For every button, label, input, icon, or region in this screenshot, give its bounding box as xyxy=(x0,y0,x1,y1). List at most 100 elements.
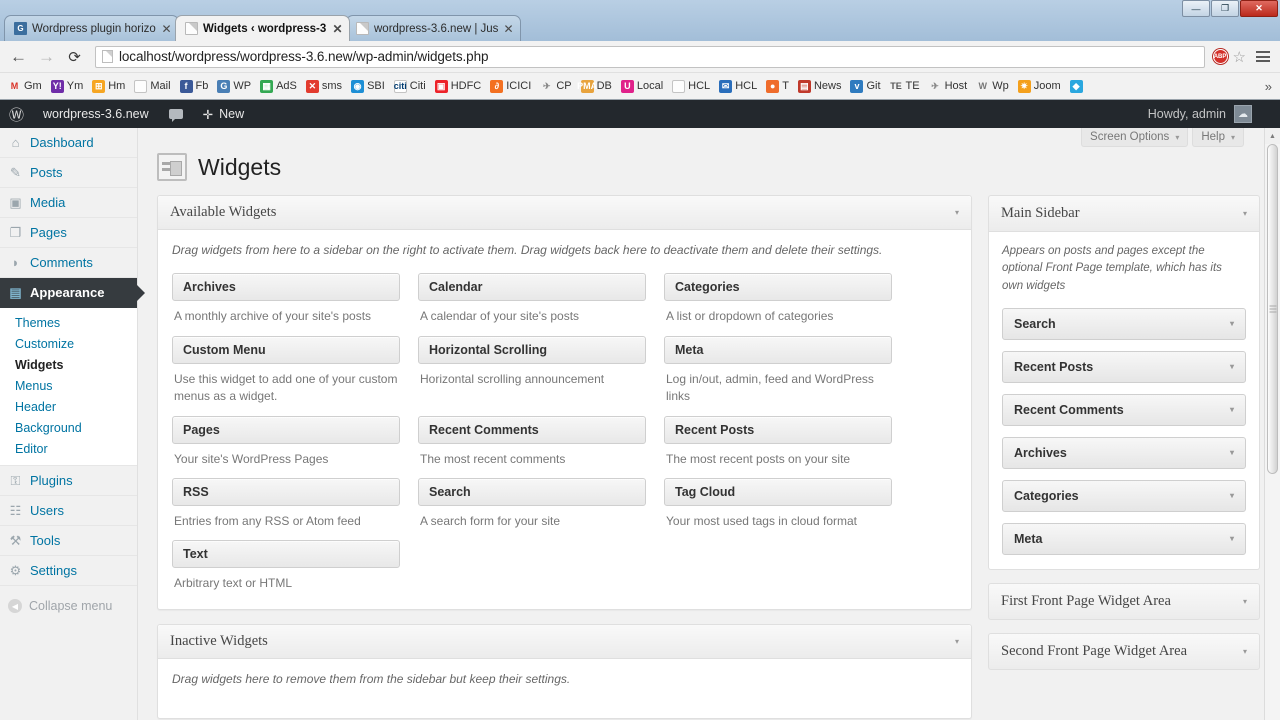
available-widgets-header[interactable]: Available Widgets ▾ xyxy=(158,196,971,230)
browser-tab-active[interactable]: Widgets ‹ wordpress-3.6.n ✕ xyxy=(175,15,350,41)
sidebar-item-dashboard[interactable]: ⌂ Dashboard xyxy=(0,128,137,158)
chrome-menu-icon[interactable] xyxy=(1254,48,1272,65)
submenu-item-editor[interactable]: Editor xyxy=(0,438,137,459)
widget-name[interactable]: Horizontal Scrolling xyxy=(418,335,646,364)
assigned-widget[interactable]: Meta ▾ xyxy=(1002,522,1246,555)
bookmark-item[interactable]: PMA DB xyxy=(577,78,616,95)
bookmark-item[interactable]: ✉ HCL xyxy=(715,78,761,95)
available-widget-card[interactable]: Recent Comments The most recent comments xyxy=(418,415,646,468)
collapse-menu-button[interactable]: ◀ Collapse menu xyxy=(0,590,137,622)
screen-options-tab[interactable]: Screen Options ▾ xyxy=(1081,128,1189,147)
widget-name[interactable]: Calendar xyxy=(418,273,646,302)
sidebar-item-settings[interactable]: ⚙ Settings xyxy=(0,556,137,586)
bookmark-item[interactable]: ✈ CP xyxy=(536,78,575,95)
reload-button[interactable]: ⟳ xyxy=(62,44,87,69)
bookmark-star-icon[interactable]: ☆ xyxy=(1233,48,1246,66)
sidebar-item-users[interactable]: ☷ Users xyxy=(0,496,137,526)
submenu-item-themes[interactable]: Themes xyxy=(0,312,137,333)
available-widget-card[interactable]: Horizontal Scrolling Horizontal scrolling… xyxy=(418,335,646,406)
sidebar-area-header[interactable]: First Front Page Widget Area ▾ xyxy=(988,582,1260,620)
available-widget-card[interactable]: Meta Log in/out, admin, feed and WordPres… xyxy=(664,335,892,406)
available-widget-card[interactable]: Custom Menu Use this widget to add one of… xyxy=(172,335,400,406)
widget-expand-icon[interactable]: ▾ xyxy=(1230,405,1234,414)
widget-name[interactable]: Custom Menu xyxy=(172,335,400,364)
sidebar-item-tools[interactable]: ⚒ Tools xyxy=(0,526,137,556)
sidebar-item-pages[interactable]: ❐ Pages xyxy=(0,218,137,248)
scrollbar-thumb[interactable] xyxy=(1267,144,1278,474)
bookmark-item[interactable]: HCL xyxy=(668,78,714,95)
sidebar-item-plugins[interactable]: ⚿ Plugins xyxy=(0,466,137,496)
assigned-widget[interactable]: Recent Posts ▾ xyxy=(1002,350,1246,383)
bookmark-item[interactable]: TE TE xyxy=(886,78,924,95)
address-bar[interactable]: localhost/wordpress/wordpress-3.6.new/wp… xyxy=(95,45,1205,68)
sidebar-area-header[interactable]: Main Sidebar ▾ xyxy=(988,195,1260,232)
widget-name[interactable]: Archives xyxy=(172,273,400,302)
available-widget-card[interactable]: RSS Entries from any RSS or Atom feed xyxy=(172,477,400,530)
sidebar-item-comments[interactable]: ◗ Comments xyxy=(0,248,137,278)
back-button[interactable]: ← xyxy=(6,44,31,69)
available-widget-card[interactable]: Text Arbitrary text or HTML xyxy=(172,540,400,592)
bookmark-item[interactable]: ✕ sms xyxy=(302,78,346,95)
available-widget-card[interactable]: Archives A monthly archive of your site's… xyxy=(172,273,400,325)
sidebar-area-header[interactable]: Second Front Page Widget Area ▾ xyxy=(988,632,1260,670)
submenu-item-customize[interactable]: Customize xyxy=(0,333,137,354)
bookmark-item[interactable]: Y! Ym xyxy=(47,78,88,95)
bookmark-item[interactable]: U Local xyxy=(617,78,667,95)
bookmark-item[interactable]: citi Citi xyxy=(390,78,430,95)
help-tab[interactable]: Help ▾ xyxy=(1192,128,1244,147)
panel-toggle-icon[interactable]: ▾ xyxy=(955,208,959,217)
panel-toggle-icon[interactable]: ▾ xyxy=(1243,209,1247,218)
tab-close-icon[interactable]: ✕ xyxy=(332,23,343,35)
available-widget-card[interactable]: Categories A list or dropdown of categori… xyxy=(664,273,892,325)
bookmark-item[interactable]: ✈ Host xyxy=(925,78,972,95)
browser-tab[interactable]: wordpress-3.6.new | Just a ✕ xyxy=(346,15,521,41)
maximize-button[interactable]: ❐ xyxy=(1211,0,1239,17)
widget-name[interactable]: Tag Cloud xyxy=(664,477,892,506)
browser-tab[interactable]: G Wordpress plugin horizon ✕ xyxy=(4,15,179,41)
comments-link[interactable] xyxy=(159,100,193,128)
widget-name[interactable]: Recent Posts xyxy=(664,415,892,444)
widget-expand-icon[interactable]: ▾ xyxy=(1230,319,1234,328)
available-widget-card[interactable]: Tag Cloud Your most used tags in cloud fo… xyxy=(664,477,892,530)
submenu-item-background[interactable]: Background xyxy=(0,417,137,438)
account-area[interactable]: Howdy, admin ☁ xyxy=(1148,105,1280,123)
inactive-widgets-body[interactable]: Drag widgets here to remove them from th… xyxy=(158,659,971,718)
adblock-icon[interactable]: ABP xyxy=(1212,49,1228,64)
tab-close-icon[interactable]: ✕ xyxy=(161,23,172,35)
bookmark-item[interactable]: M Gm xyxy=(4,78,46,95)
wordpress-logo-icon[interactable]: Ⓦ xyxy=(0,104,33,125)
bookmark-item[interactable]: G WP xyxy=(213,78,255,95)
bookmark-item[interactable]: ◆ xyxy=(1066,78,1090,95)
assigned-widget[interactable]: Search ▾ xyxy=(1002,307,1246,340)
widget-name[interactable]: RSS xyxy=(172,477,400,506)
page-scrollbar[interactable]: ▲ xyxy=(1264,128,1280,720)
widget-expand-icon[interactable]: ▾ xyxy=(1230,491,1234,500)
assigned-widget[interactable]: Categories ▾ xyxy=(1002,479,1246,512)
widget-expand-icon[interactable]: ▾ xyxy=(1230,362,1234,371)
submenu-item-widgets[interactable]: Widgets xyxy=(0,354,137,375)
bookmark-item[interactable]: ▦ AdS xyxy=(256,78,301,95)
bookmark-item[interactable]: ▤ News xyxy=(794,78,846,95)
bookmark-item[interactable]: v Git xyxy=(846,78,884,95)
assigned-widget[interactable]: Archives ▾ xyxy=(1002,436,1246,469)
inactive-widgets-header[interactable]: Inactive Widgets ▾ xyxy=(158,624,971,659)
submenu-item-header[interactable]: Header xyxy=(0,396,137,417)
available-widget-card[interactable]: Recent Posts The most recent posts on you… xyxy=(664,415,892,468)
bookmark-item[interactable]: ✷ Joom xyxy=(1014,78,1065,95)
sidebar-item-appearance[interactable]: ▤ Appearance xyxy=(0,278,145,308)
widget-name[interactable]: Search xyxy=(418,477,646,506)
scroll-up-arrow-icon[interactable]: ▲ xyxy=(1265,128,1280,144)
tab-close-icon[interactable]: ✕ xyxy=(503,23,514,35)
bookmark-item[interactable]: W Wp xyxy=(972,78,1013,95)
widget-expand-icon[interactable]: ▾ xyxy=(1230,448,1234,457)
panel-toggle-icon[interactable]: ▾ xyxy=(1243,647,1247,656)
bookmark-item[interactable]: ▣ HDFC xyxy=(431,78,486,95)
widget-name[interactable]: Recent Comments xyxy=(418,415,646,444)
bookmark-item[interactable]: ⊞ Hm xyxy=(88,78,129,95)
site-name-link[interactable]: wordpress-3.6.new xyxy=(33,100,159,128)
widget-expand-icon[interactable]: ▾ xyxy=(1230,534,1234,543)
bookmark-item[interactable]: ● T xyxy=(762,78,793,95)
panel-toggle-icon[interactable]: ▾ xyxy=(1243,597,1247,606)
bookmark-item[interactable]: Mail xyxy=(130,78,174,95)
widget-name[interactable]: Meta xyxy=(664,335,892,364)
